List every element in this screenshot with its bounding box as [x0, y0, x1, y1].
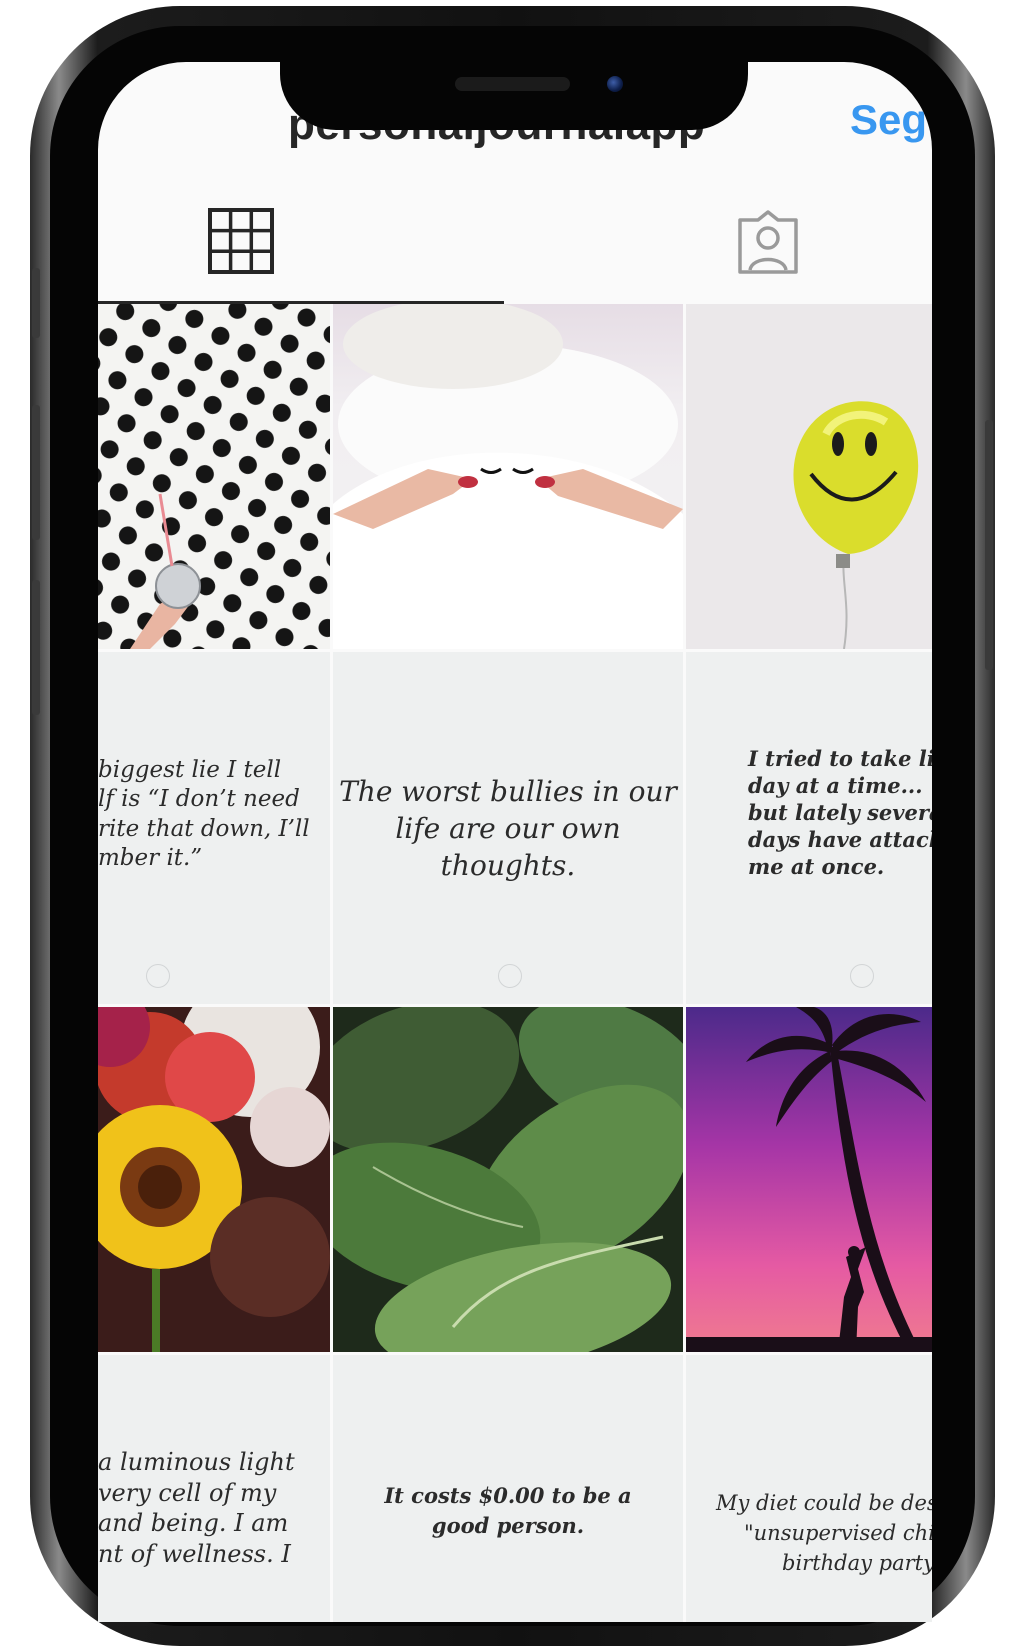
post-smiley-balloon[interactable] — [686, 304, 932, 649]
quote-line: but lately several — [748, 799, 932, 825]
front-camera — [607, 76, 623, 92]
quote-line: The worst bullies in our — [339, 775, 677, 808]
post-flowers[interactable] — [98, 1007, 330, 1352]
volume-down-button — [32, 580, 40, 715]
quote-line: My diet could be descr — [716, 1491, 932, 1515]
quote-text: My diet could be descr "unsupervised chi… — [716, 1489, 932, 1578]
post-bed-lashes[interactable] — [333, 304, 683, 649]
flowers-photo — [98, 1007, 330, 1352]
power-button — [985, 420, 993, 670]
quote-line: I tried to take life — [748, 746, 932, 771]
quote-line: lf is “I don’t need — [98, 786, 300, 813]
quote-text: It costs $0.00 to be a good person. — [333, 1481, 683, 1542]
phone-screen: personaljournalapp Seg — [98, 62, 932, 1622]
quote-line: a luminous light — [98, 1448, 295, 1476]
post-quote-diet[interactable]: My diet could be descr "unsupervised chi… — [686, 1355, 932, 1622]
quote-text: The worst bullies in our life are our ow… — [333, 774, 683, 885]
post-quote-biggest-lie[interactable]: biggest lie I tell lf is “I don’t need r… — [98, 652, 330, 1004]
post-polka-dots[interactable] — [98, 304, 330, 649]
tab-tagged[interactable] — [734, 208, 804, 278]
tab-grid[interactable] — [208, 208, 278, 278]
quote-line: life are our own — [395, 811, 621, 845]
quote-text: biggest lie I tell lf is “I don’t need r… — [98, 756, 330, 874]
quote-line: thoughts. — [440, 848, 576, 882]
post-quote-luminous-light[interactable]: a luminous light very cell of my and bei… — [98, 1355, 330, 1622]
quote-line: birthday party" — [782, 1550, 932, 1575]
tagged-person-icon — [738, 210, 798, 274]
post-quote-costs-nothing[interactable]: It costs $0.00 to be a good person. — [333, 1355, 683, 1622]
quote-line: nt of wellness. I — [98, 1540, 291, 1569]
post-leaves[interactable] — [333, 1007, 683, 1352]
watermark-icon — [498, 964, 522, 988]
mute-switch — [32, 268, 40, 338]
post-quote-worst-bullies[interactable]: The worst bullies in our life are our ow… — [333, 652, 683, 1004]
polka-dot-photo — [98, 304, 330, 649]
quote-line: mber it.” — [98, 845, 203, 872]
watermark-icon — [146, 964, 170, 988]
post-palm-sunset[interactable] — [686, 1007, 932, 1352]
quote-text: I tried to take life day at a time... bu… — [748, 746, 932, 880]
palm-tree-photo — [686, 1007, 932, 1352]
watermark-icon — [850, 964, 874, 988]
bed-photo — [333, 304, 683, 649]
volume-up-button — [32, 405, 40, 540]
profile-tab-bar — [98, 182, 932, 304]
quote-line: rite that down, I’ll — [98, 815, 310, 842]
quote-line: and being. I am — [98, 1509, 289, 1538]
grid-icon — [208, 208, 274, 274]
follow-button[interactable]: Seg — [850, 96, 927, 144]
post-quote-one-day[interactable]: I tried to take life day at a time... bu… — [686, 652, 932, 1004]
quote-line: very cell of my — [98, 1478, 277, 1507]
leaves-photo — [333, 1007, 683, 1352]
quote-line: day at a time... — [748, 772, 923, 798]
quote-line: biggest lie I tell — [98, 757, 282, 783]
quote-line: me at once. — [748, 853, 885, 879]
earpiece-speaker — [455, 77, 570, 91]
quote-line: It costs $0.00 to be a — [384, 1483, 632, 1508]
quote-text: a luminous light very cell of my and bei… — [98, 1447, 330, 1570]
quote-line: good person. — [431, 1513, 585, 1539]
quote-line: days have attacke — [748, 826, 932, 852]
quote-line: "unsupervised child — [744, 1520, 932, 1545]
smiley-balloon-photo — [793, 401, 919, 649]
